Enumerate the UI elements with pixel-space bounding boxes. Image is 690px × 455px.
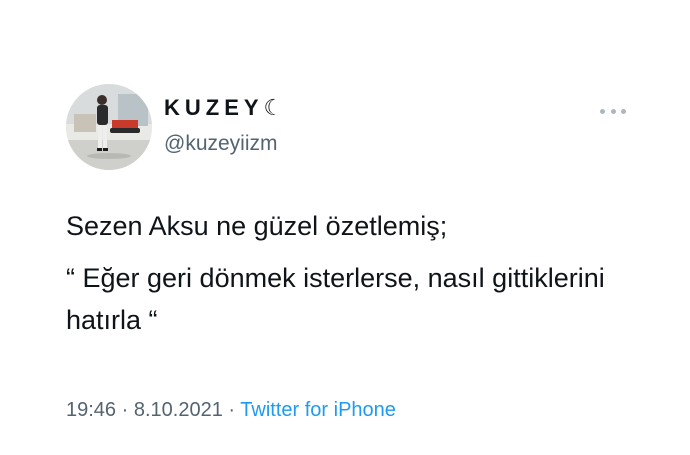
- meta-separator: ·: [121, 399, 129, 421]
- more-icon[interactable]: [600, 105, 626, 117]
- profile-photo-icon: [66, 84, 152, 170]
- tweet-meta: 19:46 · 8.10.2021 · Twitter for iPhone: [66, 397, 396, 423]
- user-handle[interactable]: @kuzeyiizm: [164, 132, 278, 156]
- avatar[interactable]: [66, 84, 152, 170]
- display-name[interactable]: KUZEY☾: [164, 96, 288, 120]
- more-dot: [600, 108, 605, 114]
- more-dot: [621, 108, 626, 114]
- tweet-time[interactable]: 19:46: [66, 399, 116, 421]
- tweet-text: Sezen Aksu ne güzel özetlemiş; “ Eğer ge…: [66, 205, 646, 341]
- tweet-text-line: Sezen Aksu ne güzel özetlemiş;: [66, 211, 448, 241]
- more-dot: [610, 108, 616, 114]
- tweet-source-link[interactable]: Twitter for iPhone: [240, 399, 396, 421]
- meta-separator: ·: [228, 399, 236, 421]
- tweet-text-line: “ Eğer geri dönmek isterlerse, nasıl git…: [66, 263, 605, 335]
- tweet-date[interactable]: 8.10.2021: [134, 399, 223, 421]
- tweet-card: KUZEY☾ @kuzeyiizm Sezen Aksu ne güzel öz…: [0, 0, 690, 455]
